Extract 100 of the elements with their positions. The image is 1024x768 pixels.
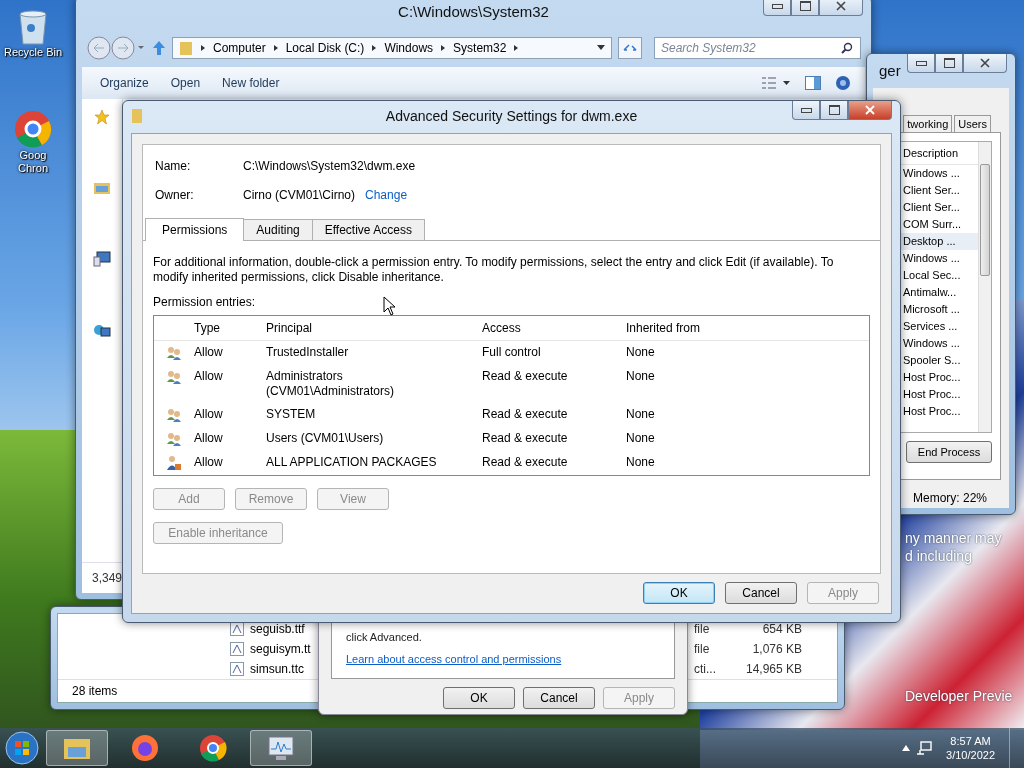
minimize-button[interactable]: [763, 0, 791, 16]
close-button[interactable]: [963, 54, 1007, 73]
table-cell-text: Full control: [482, 345, 542, 361]
process-row[interactable]: Windows ...: [901, 335, 978, 352]
user-group-icon: [166, 431, 182, 447]
start-button[interactable]: [4, 730, 40, 766]
process-row[interactable]: COM Surr...: [901, 216, 978, 233]
table-cell-text: Users (CVM01\Users): [266, 431, 385, 447]
table-cell-text: SYSTEM: [266, 407, 317, 423]
clock-date[interactable]: 3/10/2022: [946, 749, 995, 761]
file-size: 1,076 KB: [751, 642, 802, 656]
help-link[interactable]: Learn about access control and permissions: [346, 653, 562, 666]
dialog-button[interactable]: Cancel: [725, 582, 797, 604]
preview-pane-icon[interactable]: [805, 76, 821, 90]
breadcrumb-item[interactable]: System32: [453, 41, 507, 55]
process-row[interactable]: Spooler S...: [901, 352, 978, 369]
toolbar-button[interactable]: New folder: [218, 74, 284, 92]
file-name[interactable]: seguisym.tt: [250, 642, 312, 656]
network-icon[interactable]: [93, 323, 111, 339]
process-row[interactable]: Client Ser...: [901, 199, 978, 216]
refresh-icon: [623, 42, 637, 54]
column-header[interactable]: Type: [194, 321, 266, 335]
search-field[interactable]: Search System32: [654, 37, 861, 59]
item-count: 3,349: [92, 571, 123, 585]
chevron-icon[interactable]: [271, 44, 280, 52]
mouse-cursor-icon: [383, 296, 397, 316]
process-row[interactable]: Desktop ...: [901, 233, 978, 250]
process-row[interactable]: Host Proc...: [901, 403, 978, 420]
table-cell-text: None: [626, 431, 656, 447]
search-icon[interactable]: [841, 42, 853, 54]
tab[interactable]: tworking: [903, 115, 953, 132]
process-row[interactable]: Host Proc...: [901, 369, 978, 386]
maximize-button[interactable]: [791, 0, 819, 16]
user-group-icon: [166, 407, 182, 423]
column-header[interactable]: Principal: [266, 320, 482, 336]
close-icon: [865, 105, 875, 115]
address-bar[interactable]: Computer Local Disk (C:) Windows System32: [172, 37, 612, 59]
desktop-icon-label[interactable]: Recycle Bin: [4, 46, 63, 59]
breadcrumb-item[interactable]: Computer: [213, 41, 266, 55]
end-process-button[interactable]: End Process: [906, 441, 992, 463]
process-row[interactable]: Windows ...: [901, 165, 978, 182]
dialog-button[interactable]: OK: [443, 687, 515, 709]
view-options-icon[interactable]: [761, 76, 791, 90]
computer-icon[interactable]: [93, 251, 111, 267]
column-header[interactable]: Inherited from: [626, 321, 766, 335]
help-icon[interactable]: [835, 75, 851, 91]
libraries-icon[interactable]: [93, 181, 111, 195]
dialog-button[interactable]: OK: [643, 582, 715, 604]
minimize-button[interactable]: [792, 101, 820, 120]
minimize-button[interactable]: [907, 54, 935, 73]
toolbar-button[interactable]: Organize: [96, 74, 153, 92]
process-row[interactable]: Client Ser...: [901, 182, 978, 199]
dialog-button[interactable]: Cancel: [523, 687, 595, 709]
folder-icon: [131, 108, 143, 124]
process-row[interactable]: Microsoft ...: [901, 301, 978, 318]
maximize-button[interactable]: [820, 101, 848, 120]
process-row[interactable]: Local Sec...: [901, 267, 978, 284]
tray-expand-icon[interactable]: [902, 745, 911, 751]
star-icon[interactable]: [94, 109, 110, 125]
clock-time[interactable]: 8:57 AM: [950, 735, 991, 747]
table-cell-text: Allow: [194, 345, 224, 361]
column-header[interactable]: Access: [482, 321, 626, 335]
close-button[interactable]: [819, 0, 863, 16]
table-cell-text: Allow: [194, 431, 224, 447]
change-owner-link[interactable]: Change: [365, 188, 408, 202]
close-button[interactable]: [848, 101, 892, 120]
tab[interactable]: Permissions: [145, 218, 245, 241]
file-path: C:\Windows\System32\dwm.exe: [243, 159, 416, 173]
process-row[interactable]: Host Proc...: [901, 386, 978, 403]
desktop-text: Developer Previe: [905, 688, 1013, 704]
tab[interactable]: Users: [954, 115, 991, 132]
scrollbar[interactable]: [978, 142, 991, 432]
folder-icon: [179, 40, 193, 56]
table-cell-text: Allow: [194, 455, 224, 471]
network-icon[interactable]: [916, 740, 933, 756]
window-title: ger: [879, 62, 901, 79]
file-name[interactable]: simsun.ttc: [250, 662, 312, 676]
table-cell-text: None: [626, 369, 656, 385]
window-title: Advanced Security Settings for dwm.exe: [384, 108, 639, 124]
table-cell-text: Administrators (CVM01\Administrators): [266, 369, 396, 399]
monitor-graph-icon: [266, 734, 296, 762]
dropdown-caret-icon[interactable]: [597, 45, 605, 51]
breadcrumb-item[interactable]: Local Disk (C:): [285, 41, 365, 55]
info-text: For additional information, double-click a permission entry. To modify permissions, select the entry and click Edit (if available). To modify inherited permissions, click Disable inheritance.: [153, 255, 835, 285]
tab[interactable]: Effective Access: [311, 219, 425, 240]
toolbar-button[interactable]: Open: [166, 74, 205, 92]
taskbar-app-button[interactable]: [250, 730, 312, 766]
process-row[interactable]: Windows ...: [901, 250, 978, 267]
process-row[interactable]: Services ...: [901, 318, 978, 335]
maximize-button[interactable]: [935, 54, 963, 73]
file-name[interactable]: seguisb.ttf: [250, 622, 312, 636]
process-row[interactable]: Antimalw...: [901, 284, 978, 301]
tab[interactable]: Auditing: [243, 219, 313, 240]
breadcrumb-item[interactable]: Windows: [384, 41, 434, 55]
refresh-button[interactable]: [618, 37, 642, 59]
font-file-icon: [230, 642, 244, 656]
browser-icon: [198, 733, 228, 763]
file-type: file: [694, 642, 711, 656]
chevron-icon[interactable]: [199, 44, 207, 52]
browser-shortcut-icon[interactable]: [13, 109, 54, 149]
